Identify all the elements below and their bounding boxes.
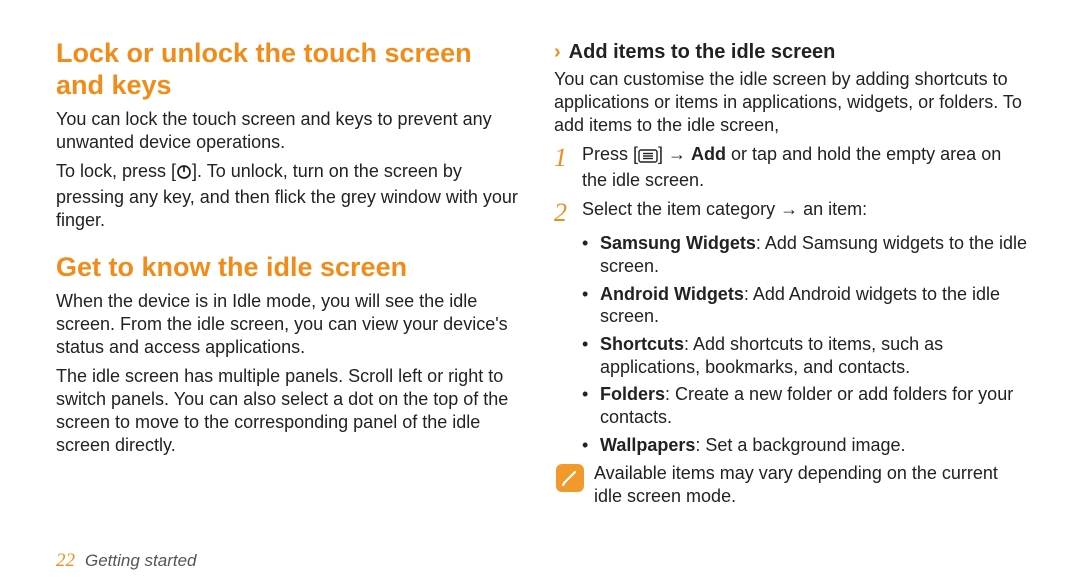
text-fragment: ] → [658,144,691,164]
text-fragment: To lock, press [ [56,161,176,181]
footer-section-name: Getting started [85,551,197,571]
right-column: › Add items to the idle screen You can c… [548,30,1040,576]
bullet-bold: Wallpapers [600,435,695,455]
step-1: 1 Press [] → Add or tap and hold the emp… [554,143,1030,192]
list-item: Folders: Create a new folder or add fold… [582,383,1030,428]
list-item: Wallpapers: Set a background image. [582,434,1030,457]
bullet-list: Samsung Widgets: Add Samsung widgets to … [554,232,1030,456]
left-column: Lock or unlock the touch screen and keys… [56,30,548,576]
paragraph-lock-desc: You can lock the touch screen and keys t… [56,108,520,154]
subheading-add-items: › Add items to the idle screen [554,40,1030,64]
list-item: Samsung Widgets: Add Samsung widgets to … [582,232,1030,277]
note-icon [556,464,584,492]
step-2-text: Select the item category → an item: [582,198,867,221]
note-block: Available items may vary depending on th… [556,462,1030,508]
menu-icon [638,146,658,169]
step-1-text: Press [] → Add or tap and hold the empty… [582,143,1030,192]
step-number-1: 1 [554,145,582,171]
paragraph-idle-desc: When the device is in Idle mode, you wil… [56,290,520,359]
bold-add: Add [691,144,726,164]
paragraph-lock-instructions: To lock, press []. To unlock, turn on th… [56,160,520,232]
bullet-bold: Shortcuts [600,334,684,354]
heading-idle-screen: Get to know the idle screen [56,252,520,284]
list-item: Shortcuts: Add shortcuts to items, such … [582,333,1030,378]
page-footer: 22 Getting started [56,550,197,572]
step-2: 2 Select the item category → an item: [554,198,1030,226]
paragraph-idle-panels: The idle screen has multiple panels. Scr… [56,365,520,457]
subheading-label: Add items to the idle screen [569,40,836,64]
list-item: Android Widgets: Add Android widgets to … [582,283,1030,328]
power-icon [176,163,192,186]
paragraph-add-intro: You can customise the idle screen by add… [554,68,1030,137]
bullet-bold: Samsung Widgets [600,233,756,253]
page-number: 22 [56,550,75,572]
bullet-text: : Set a background image. [695,435,905,455]
text-fragment: Press [ [582,144,638,164]
bullet-bold: Folders [600,384,665,404]
step-number-2: 2 [554,200,582,226]
bullet-bold: Android Widgets [600,284,744,304]
heading-lock-unlock: Lock or unlock the touch screen and keys [56,38,520,102]
chevron-right-icon: › [554,40,561,64]
note-text: Available items may vary depending on th… [594,462,1030,508]
manual-page: Lock or unlock the touch screen and keys… [0,0,1080,586]
